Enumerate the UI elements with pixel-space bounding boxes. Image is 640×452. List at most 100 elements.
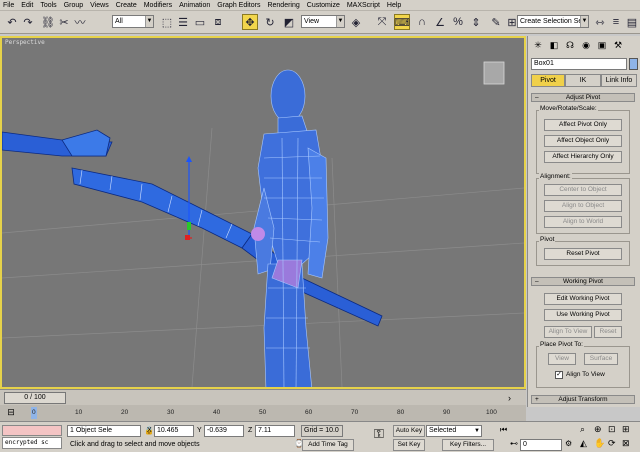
select-manipulate-icon[interactable]: ⤧ bbox=[374, 14, 390, 30]
undo-icon[interactable]: ↶ bbox=[4, 14, 20, 30]
align-to-view-checkbox[interactable]: ✓ bbox=[555, 371, 563, 379]
spinner-snap-icon[interactable]: ⇕ bbox=[468, 14, 484, 30]
named-selection-icon[interactable]: ✎ bbox=[488, 14, 504, 30]
current-frame-field[interactable]: 0 bbox=[520, 439, 562, 451]
maximize-viewport-icon[interactable]: ⊠ bbox=[622, 438, 634, 450]
surface-button[interactable]: Surface bbox=[584, 353, 618, 365]
menu-rendering[interactable]: Rendering bbox=[267, 2, 299, 9]
add-time-tag-button[interactable]: Add Time Tag bbox=[302, 439, 354, 451]
mirror-icon[interactable]: ⇿ bbox=[592, 14, 608, 30]
keyboard-shortcut-override-icon[interactable]: ⌨ bbox=[394, 14, 410, 30]
reference-coordinate-dropdown[interactable]: View ▼ bbox=[301, 15, 345, 28]
track-bar[interactable]: ⊟ 0 10 20 30 40 50 60 70 80 90 100 bbox=[0, 405, 526, 421]
reset-working-pivot-button[interactable]: Reset bbox=[594, 326, 622, 338]
menu-customize[interactable]: Customize bbox=[307, 2, 340, 9]
select-and-rotate-icon[interactable]: ↻ bbox=[262, 14, 278, 30]
tab-ik[interactable]: IK bbox=[565, 74, 601, 87]
select-by-name-icon[interactable]: ☰ bbox=[175, 14, 191, 30]
next-frame-icon[interactable]: › bbox=[508, 393, 511, 403]
orbit-icon[interactable]: ⟳ bbox=[608, 438, 620, 450]
affect-hierarchy-only-button[interactable]: Affect Hierarchy Only bbox=[544, 151, 622, 163]
menu-views[interactable]: Views bbox=[90, 2, 109, 9]
view-button[interactable]: View bbox=[548, 353, 576, 365]
zoom-icon[interactable]: ⌕ bbox=[580, 424, 592, 436]
go-to-start-icon[interactable]: ⏮ bbox=[500, 425, 510, 435]
tab-link-info[interactable]: Link Info bbox=[601, 74, 637, 87]
curve-editor-icon[interactable]: ⊟ bbox=[4, 407, 18, 419]
rectangular-selection-icon[interactable]: ▭ bbox=[192, 14, 208, 30]
use-working-pivot-button[interactable]: Use Working Pivot bbox=[544, 309, 622, 321]
unlink-icon[interactable]: ✂ bbox=[56, 14, 72, 30]
key-filters-button[interactable]: Key Filters... bbox=[442, 439, 494, 451]
menu-file[interactable]: File bbox=[3, 2, 14, 9]
hierarchy-tab-icon[interactable]: ☊ bbox=[563, 38, 577, 52]
snaps-toggle-icon[interactable]: ∩ bbox=[414, 14, 430, 30]
menu-edit[interactable]: Edit bbox=[21, 2, 33, 9]
menu-modifiers[interactable]: Modifiers bbox=[144, 2, 172, 9]
create-selection-set-dropdown[interactable]: Create Selection Set ▼ bbox=[517, 15, 589, 28]
menu-animation[interactable]: Animation bbox=[179, 2, 210, 9]
z-coordinate-field[interactable]: 7.11 bbox=[255, 425, 295, 437]
center-to-object-button[interactable]: Center to Object bbox=[544, 184, 622, 196]
maxscript-listener[interactable]: encrypted sc bbox=[2, 437, 62, 449]
time-tag-icon[interactable]: ⌚ bbox=[294, 439, 304, 449]
adjust-pivot-rollout-header[interactable]: – Adjust Pivot bbox=[531, 93, 635, 102]
y-coordinate-field[interactable]: -0.639 bbox=[204, 425, 244, 437]
pivot-center-icon[interactable]: ◈ bbox=[348, 14, 364, 30]
modify-tab-icon[interactable]: ◧ bbox=[547, 38, 561, 52]
zoom-extents-all-icon[interactable]: ⊞ bbox=[622, 424, 634, 436]
field-of-view-icon[interactable]: ◭ bbox=[580, 438, 592, 450]
align-icon[interactable]: ≡ bbox=[608, 14, 624, 30]
expand-icon: + bbox=[535, 396, 539, 403]
window-crossing-icon[interactable]: ⧈ bbox=[210, 14, 226, 30]
percent-snap-icon[interactable]: % bbox=[450, 14, 466, 30]
set-key-button[interactable]: Set Key bbox=[393, 439, 425, 451]
key-icon[interactable]: ⚿ bbox=[368, 426, 390, 448]
motion-tab-icon[interactable]: ◉ bbox=[579, 38, 593, 52]
align-to-world-button[interactable]: Align to World bbox=[544, 216, 622, 228]
select-link-icon[interactable]: ⛓ bbox=[40, 14, 56, 30]
reset-pivot-button[interactable]: Reset Pivot bbox=[544, 248, 622, 260]
menu-tools[interactable]: Tools bbox=[40, 2, 56, 9]
z-label: Z bbox=[248, 427, 253, 434]
track-tick-0: 0 bbox=[32, 409, 36, 416]
time-slider-thumb[interactable]: 0 / 100 bbox=[4, 392, 66, 404]
menu-maxscript[interactable]: MAXScript bbox=[347, 2, 380, 9]
display-tab-icon[interactable]: ▣ bbox=[595, 38, 609, 52]
selection-filter-dropdown[interactable]: All ▼ bbox=[112, 15, 154, 28]
adjust-transform-rollout-header[interactable]: + Adjust Transform bbox=[531, 395, 635, 404]
align-to-object-button[interactable]: Align to Object bbox=[544, 200, 622, 212]
create-tab-icon[interactable]: ✳ bbox=[531, 38, 545, 52]
menu-help[interactable]: Help bbox=[387, 2, 401, 9]
menu-graph-editors[interactable]: Graph Editors bbox=[217, 2, 260, 9]
maxscript-listener-top[interactable] bbox=[2, 425, 62, 436]
angle-snap-icon[interactable]: ∠ bbox=[432, 14, 448, 30]
tab-pivot[interactable]: Pivot bbox=[531, 74, 565, 87]
layer-manager-icon[interactable]: ▤ bbox=[624, 14, 640, 30]
edit-working-pivot-button[interactable]: Edit Working Pivot bbox=[544, 293, 622, 305]
menu-group[interactable]: Group bbox=[64, 2, 83, 9]
utilities-tab-icon[interactable]: ⚒ bbox=[611, 38, 625, 52]
x-coordinate-field[interactable]: 10.465 bbox=[154, 425, 194, 437]
chevron-down-icon: ▼ bbox=[145, 16, 153, 27]
select-and-scale-icon[interactable]: ◩ bbox=[281, 14, 297, 30]
key-mode-toggle-icon[interactable]: ⊷ bbox=[510, 439, 520, 449]
bind-space-warp-icon[interactable]: 〰 bbox=[72, 14, 88, 30]
select-and-move-icon[interactable]: ✥ bbox=[242, 14, 258, 30]
affect-object-only-button[interactable]: Affect Object Only bbox=[544, 135, 622, 147]
zoom-extents-icon[interactable]: ⊡ bbox=[608, 424, 620, 436]
object-color-swatch[interactable] bbox=[629, 58, 638, 70]
redo-icon[interactable]: ↷ bbox=[20, 14, 36, 30]
perspective-viewport[interactable]: Perspective bbox=[0, 36, 526, 389]
working-pivot-rollout-header[interactable]: – Working Pivot bbox=[531, 277, 635, 286]
align-to-view-button[interactable]: Align To View bbox=[544, 326, 592, 338]
pan-view-icon[interactable]: ✋ bbox=[594, 438, 606, 450]
key-mode-dropdown[interactable]: Selected ▼ bbox=[426, 425, 482, 437]
select-object-icon[interactable]: ⬚ bbox=[159, 14, 175, 30]
auto-key-button[interactable]: Auto Key bbox=[393, 425, 425, 437]
time-configuration-icon[interactable]: ⚙ bbox=[565, 439, 575, 449]
zoom-all-icon[interactable]: ⊕ bbox=[594, 424, 606, 436]
menu-create[interactable]: Create bbox=[116, 2, 137, 9]
object-name-field[interactable]: Box01 bbox=[531, 58, 627, 70]
affect-pivot-only-button[interactable]: Affect Pivot Only bbox=[544, 119, 622, 131]
